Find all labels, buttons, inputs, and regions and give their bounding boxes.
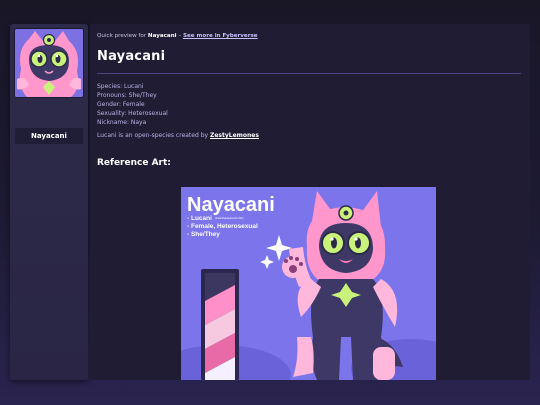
reference-illustration: Nayacani - Lucani (lucani/leparia/mutt t…	[181, 187, 436, 380]
character-name-label: Nayacani	[15, 128, 83, 144]
info-pronouns: Pronouns: She/They	[97, 92, 157, 99]
art-title: Nayacani	[187, 194, 275, 216]
art-bullet-1: - Lucani	[187, 215, 212, 222]
fyberverse-link[interactable]: See more in Fyberverse	[183, 33, 258, 39]
info-gender: Gender: Female	[97, 101, 145, 108]
page-title: Nayacani	[97, 49, 166, 64]
character-sidebar: Nayacani	[10, 24, 88, 380]
species-credit: Lucani is an open-species created by Zes…	[97, 132, 259, 139]
preview-line: Quick preview for Nayacani – See more in…	[97, 33, 258, 39]
character-avatar[interactable]	[15, 29, 83, 97]
color-palette	[201, 269, 239, 380]
art-bullet-2: - Female, Heterosexual	[187, 223, 258, 230]
preview-character-name: Nayacani	[147, 33, 177, 39]
info-sexuality: Sexuality: Heterosexual	[97, 110, 168, 117]
avatar-illustration	[15, 29, 83, 97]
info-nickname: Nickname: Naya	[97, 119, 147, 126]
art-bullet-1-note: (lucani/leparia/mutt tribe)	[215, 216, 244, 220]
credit-prefix: Lucani is an open-species created by	[97, 132, 209, 139]
creator-link[interactable]: ZestyLemones	[210, 132, 259, 139]
info-species: Species: Lucani	[97, 83, 144, 90]
preview-prefix: Quick preview for	[97, 33, 147, 39]
reference-art-image[interactable]: Nayacani - Lucani (lucani/leparia/mutt t…	[181, 187, 436, 380]
main-content: Quick preview for Nayacani – See more in…	[90, 24, 530, 380]
art-bullet-3: - She/They	[187, 231, 220, 238]
reference-art-heading: Reference Art:	[97, 158, 171, 168]
character-info: Species: Lucani Pronouns: She/They Gende…	[97, 82, 168, 127]
title-divider	[97, 73, 521, 74]
